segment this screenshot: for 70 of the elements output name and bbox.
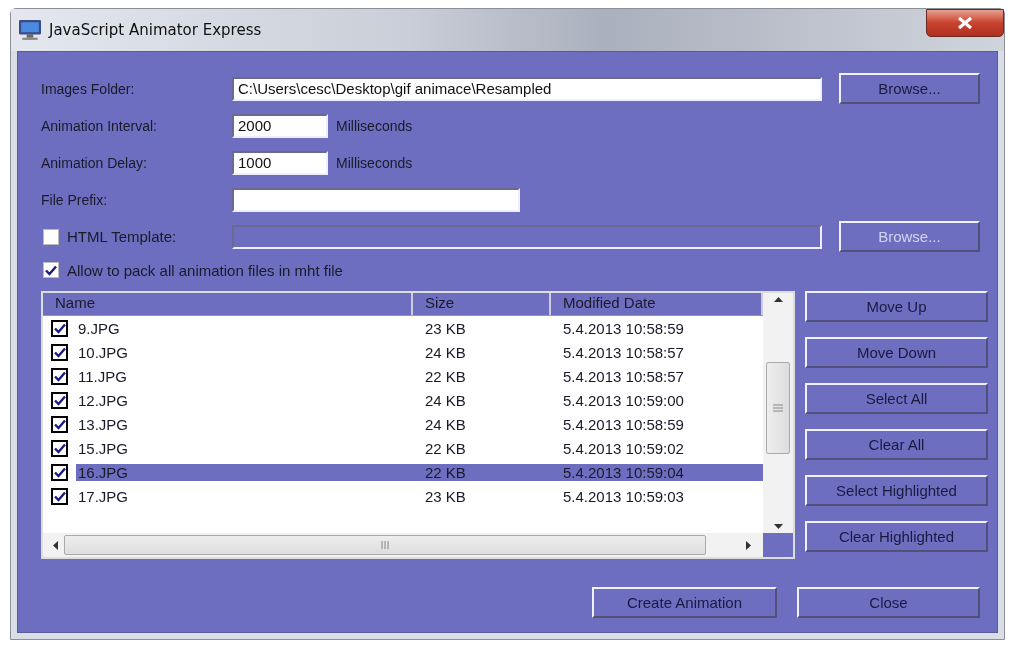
checkbox[interactable] [51,391,68,409]
modified-date: 5.4.2013 10:58:57 [562,343,685,361]
file-size: 22 KB [413,463,551,481]
action-button[interactable]: Select Highlighted [805,475,988,506]
modified-date: 5.4.2013 10:59:04 [551,463,763,481]
file-name[interactable]: 9.JPG [76,319,122,337]
field-label: Animation Delay: [41,154,148,171]
down-arrow-icon[interactable] [773,524,783,529]
action-button[interactable]: Move Up [805,291,988,322]
right-arrow-icon[interactable] [746,540,751,550]
file-size: 24 KB [424,415,467,433]
checkbox[interactable] [51,415,68,433]
browse-button: Browse... [838,221,980,252]
file-name[interactable]: 16.JPG [76,463,413,481]
browse-button[interactable]: Browse... [838,73,980,104]
file-size: 23 KB [424,487,467,505]
action-button[interactable]: Clear All [805,429,988,460]
modified-date: 5.4.2013 10:58:57 [562,367,685,385]
unit-label: Milliseconds [336,117,413,134]
up-arrow-icon[interactable] [773,297,783,302]
checkbox[interactable] [51,343,68,361]
close-button[interactable] [926,9,1004,37]
input-field[interactable] [232,187,520,212]
file-name[interactable]: 13.JPG [76,415,131,433]
action-button[interactable]: Create Animation [592,587,777,618]
modified-date: 5.4.2013 10:58:59 [562,415,685,433]
file-name[interactable]: 15.JPG [76,439,131,457]
file-size: 23 KB [424,319,467,337]
modified-date: 5.4.2013 10:58:59 [562,319,685,337]
checkbox[interactable] [51,319,68,337]
action-button[interactable]: Select All [805,383,988,414]
checkbox[interactable] [51,439,68,457]
input-field[interactable]: C:\Users\cesc\Desktop\gif animace\Resampled [232,76,822,101]
field-label: File Prefix: [41,191,109,208]
field-label: Animation Interval: [41,117,158,134]
window-title: JavaScript Animator Express [49,21,262,39]
modified-date: 5.4.2013 10:59:00 [562,391,685,409]
action-button[interactable]: Move Down [805,337,988,368]
input-field[interactable]: 2000 [232,113,328,138]
checkbox[interactable] [51,463,68,481]
action-button[interactable]: Clear Highlighted [805,521,988,552]
column-header[interactable]: Size [413,293,551,315]
checkbox-label: Allow to pack all animation files in mht file [67,261,343,279]
close-icon [956,16,974,30]
file-size: 24 KB [424,343,467,361]
scrollbar-corner [763,533,793,557]
file-list[interactable] [41,291,795,559]
left-arrow-icon[interactable] [53,540,58,550]
checkbox[interactable] [43,262,59,278]
checkbox[interactable] [51,367,68,385]
unit-label: Milliseconds [336,154,413,171]
grip-icon[interactable] [773,404,783,412]
vertical-scrollbar[interactable] [763,293,793,533]
modified-date: 5.4.2013 10:59:03 [562,487,685,505]
file-size: 22 KB [424,439,467,457]
grip-icon[interactable] [381,541,389,549]
file-name[interactable]: 11.JPG [76,367,129,385]
column-header[interactable]: Name [43,293,413,315]
checkbox-label: HTML Template: [67,228,178,245]
file-size: 24 KB [424,391,467,409]
field-label: Images Folder: [41,80,136,97]
input-field[interactable]: 1000 [232,150,328,175]
action-button[interactable]: Close [797,587,980,618]
file-name[interactable]: 10.JPG [76,343,131,361]
file-size: 22 KB [424,367,467,385]
monitor-icon [19,20,41,40]
file-name[interactable]: 12.JPG [76,391,131,409]
checkbox[interactable] [51,487,68,505]
file-name[interactable]: 17.JPG [76,487,131,505]
modified-date: 5.4.2013 10:59:02 [562,439,685,457]
